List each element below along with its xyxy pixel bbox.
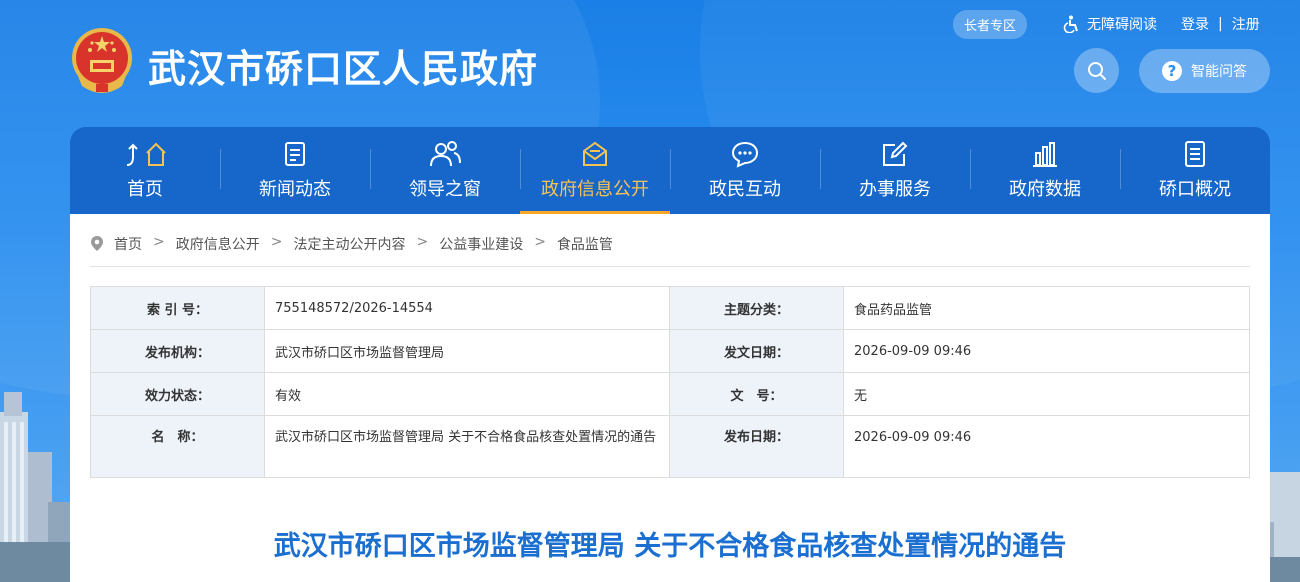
issue-date-label: 发文日期： <box>669 329 844 373</box>
table-row: 索 引 号： 755148572/2026-14554 主题分类： 食品药品监管 <box>90 286 1250 330</box>
breadcrumb-statutory[interactable]: 法定主动公开内容 <box>293 234 405 254</box>
nav-item-services[interactable]: 办事服务 <box>820 127 970 214</box>
city-skyline-left <box>0 392 70 582</box>
breadcrumb-separator: > <box>534 234 546 250</box>
nav-label: 领导之窗 <box>409 179 481 200</box>
national-emblem-logo <box>72 28 132 93</box>
ai-qa-label: 智能问答 <box>1191 64 1247 80</box>
nav-label: 政府信息公开 <box>541 179 649 200</box>
search-button[interactable] <box>1074 48 1119 93</box>
mail-icon <box>583 141 607 166</box>
main-nav: 首页 新闻动态 领导之窗 政府信息公开 政民互动 办事服务 政府数据 硚口概况 <box>70 127 1270 214</box>
status-value: 有效 <box>264 372 670 416</box>
breadcrumb-separator: > <box>416 234 429 250</box>
index-no-value: 755148572/2026-14554 <box>264 286 670 330</box>
status-label: 效力状态： <box>90 372 265 416</box>
login-link[interactable]: 登录 <box>1181 14 1209 34</box>
edit-icon <box>883 141 908 166</box>
bar-chart-icon <box>1033 142 1057 167</box>
issue-date-value: 2026-09-09 09:46 <box>843 329 1250 373</box>
site-title: 武汉市硚口区人民政府 <box>148 47 539 91</box>
ai-qa-button[interactable]: ? 智能问答 <box>1139 49 1270 93</box>
nav-label: 硚口概况 <box>1159 179 1231 200</box>
nav-label: 首页 <box>127 179 163 200</box>
name-label: 名 称： <box>90 415 265 478</box>
accessibility-link[interactable]: 无障碍阅读 <box>1063 14 1157 34</box>
index-no-label: 索 引 号： <box>90 286 265 330</box>
name-value: 武汉市硚口区市场监督管理局 关于不合格食品核查处置情况的通告 <box>264 415 670 478</box>
leaders-icon <box>430 141 461 167</box>
news-icon <box>285 142 305 166</box>
table-row: 发布机构： 武汉市硚口区市场监督管理局 发文日期： 2026-09-09 09:… <box>90 329 1250 373</box>
nav-label: 政府数据 <box>1009 179 1081 200</box>
nav-label: 政民互动 <box>709 179 781 200</box>
breadcrumb-gov-info[interactable]: 政府信息公开 <box>176 234 260 254</box>
search-icon <box>1087 61 1106 80</box>
question-icon: ? <box>1162 61 1182 81</box>
accessibility-icon <box>1063 15 1078 33</box>
category-label: 主题分类： <box>669 286 844 330</box>
doc-no-label: 文 号： <box>669 372 844 416</box>
nav-item-gov-info[interactable]: 政府信息公开 <box>520 127 670 214</box>
nav-item-data[interactable]: 政府数据 <box>970 127 1120 214</box>
document-metadata-table: 索 引 号： 755148572/2026-14554 主题分类： 食品药品监管… <box>90 286 1250 478</box>
separator: | <box>1218 16 1223 32</box>
content-panel: 首页 > 政府信息公开 > 法定主动公开内容 > 公益事业建设 > 食品监管 索… <box>70 214 1270 582</box>
home-icon <box>126 142 166 166</box>
doc-no-value: 无 <box>843 372 1250 416</box>
accessibility-label: 无障碍阅读 <box>1087 17 1158 33</box>
publish-date-value: 2026-09-09 09:46 <box>843 415 1250 478</box>
breadcrumb-separator: > <box>270 234 283 250</box>
nav-label: 新闻动态 <box>259 179 331 200</box>
breadcrumb: 首页 > 政府信息公开 > 法定主动公开内容 > 公益事业建设 > 食品监管 <box>90 234 1250 267</box>
breadcrumb-food-supervision[interactable]: 食品监管 <box>557 234 613 254</box>
document-icon <box>1185 141 1205 167</box>
chat-icon <box>731 141 759 168</box>
breadcrumb-home[interactable]: 首页 <box>114 234 142 254</box>
document-title: 武汉市硚口区市场监督管理局 关于不合格食品核查处置情况的通告 <box>273 531 1067 562</box>
nav-item-news[interactable]: 新闻动态 <box>220 127 370 214</box>
elder-zone-link[interactable]: 长者专区 <box>953 9 1028 39</box>
publish-date-label: 发布日期： <box>669 415 844 478</box>
top-links: 长者专区 无障碍阅读 登录 | 注册 <box>953 9 1260 39</box>
breadcrumb-separator: > <box>153 234 165 250</box>
nav-item-home[interactable]: 首页 <box>70 127 220 214</box>
nav-label: 办事服务 <box>859 179 931 200</box>
location-pin-icon <box>91 236 103 251</box>
nav-item-interaction[interactable]: 政民互动 <box>670 127 820 214</box>
nav-item-overview[interactable]: 硚口概况 <box>1120 127 1270 214</box>
publisher-label: 发布机构： <box>90 329 265 373</box>
table-row: 名 称： 武汉市硚口区市场监督管理局 关于不合格食品核查处置情况的通告 发布日期… <box>90 415 1250 478</box>
table-row: 效力状态： 有效 文 号： 无 <box>90 372 1250 416</box>
breadcrumb-public-welfare[interactable]: 公益事业建设 <box>439 234 523 254</box>
publisher-value: 武汉市硚口区市场监督管理局 <box>264 329 670 373</box>
nav-item-leaders[interactable]: 领导之窗 <box>370 127 520 214</box>
category-value: 食品药品监管 <box>843 286 1250 330</box>
register-link[interactable]: 注册 <box>1232 14 1260 34</box>
